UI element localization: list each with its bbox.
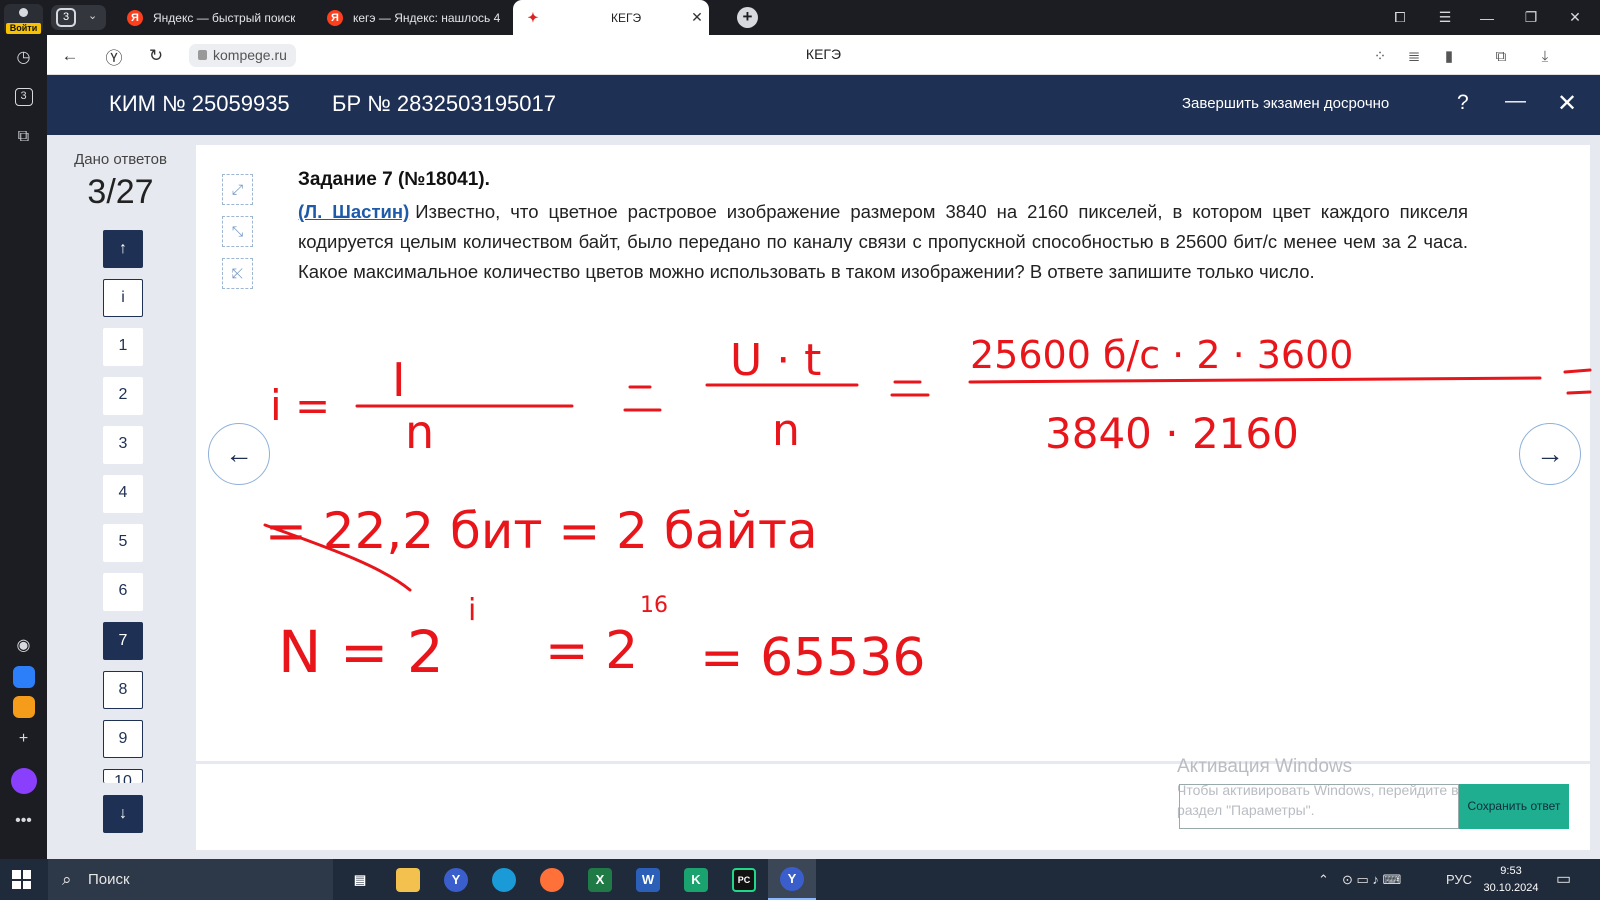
- equals-mark: [890, 380, 930, 397]
- hw-frac2-den: n: [772, 405, 800, 456]
- equals-mark: [623, 385, 662, 412]
- hw-frac1-num: I: [392, 353, 406, 407]
- tray-icons[interactable]: ⊙ ▭ ♪ ⌨: [1342, 859, 1401, 900]
- equals-mark: [1563, 368, 1592, 395]
- yandex-browser-icon[interactable]: Y: [432, 859, 480, 900]
- task-view-icon[interactable]: ▤: [336, 859, 384, 900]
- save-answer-button[interactable]: Сохранить ответ: [1459, 784, 1569, 829]
- answer-input[interactable]: [1179, 784, 1459, 829]
- search-icon: ⌕: [62, 870, 72, 889]
- yandex-browser-active-icon[interactable]: Y: [768, 859, 816, 900]
- hw-frac3-den: 3840 · 2160: [1045, 409, 1299, 458]
- hw-frac3-num: 25600 б/с · 2 · 3600: [970, 333, 1353, 377]
- clock-date: 30.10.2024: [1483, 882, 1539, 894]
- search-label: Поиск: [88, 871, 130, 888]
- hw-frac2-num: U · t: [730, 335, 821, 386]
- hw-line3-mid: = 2: [545, 621, 638, 681]
- clock[interactable]: 9:53 30.10.2024: [1476, 863, 1546, 897]
- hw-line2: = 22,2 бит = 2 байта: [265, 502, 818, 560]
- hw-frac1-den: n: [405, 405, 434, 459]
- hw-lhs: i =: [270, 381, 330, 430]
- hw-line3: N = 2: [278, 618, 444, 686]
- word-icon[interactable]: W: [624, 859, 672, 900]
- firefox-icon[interactable]: [528, 859, 576, 900]
- activation-title: Активация Windows: [1177, 756, 1353, 777]
- fraction-bar: [968, 376, 1542, 384]
- windows-taskbar: ⌕ Поиск ▤ Y X W K PC Y ⌃ ⊙ ▭ ♪ ⌨ РУС 9:5…: [0, 859, 1600, 900]
- kaspersky-icon[interactable]: K: [672, 859, 720, 900]
- tray-chevron-icon[interactable]: ⌃: [1318, 859, 1329, 900]
- language-indicator[interactable]: РУС: [1446, 859, 1472, 900]
- hw-line3-exp: i: [468, 593, 476, 628]
- notifications-icon[interactable]: ▭: [1556, 859, 1571, 900]
- hw-line3-end: = 65536: [700, 628, 926, 688]
- taskbar-search[interactable]: ⌕ Поиск: [48, 859, 333, 900]
- clock-time: 9:53: [1500, 865, 1522, 877]
- hw-line3-exp2: 16: [640, 593, 668, 618]
- excel-icon[interactable]: X: [576, 859, 624, 900]
- explorer-icon[interactable]: [384, 859, 432, 900]
- edge-icon[interactable]: [480, 859, 528, 900]
- windows-start-icon[interactable]: [12, 870, 31, 889]
- pycharm-icon[interactable]: PC: [720, 859, 768, 900]
